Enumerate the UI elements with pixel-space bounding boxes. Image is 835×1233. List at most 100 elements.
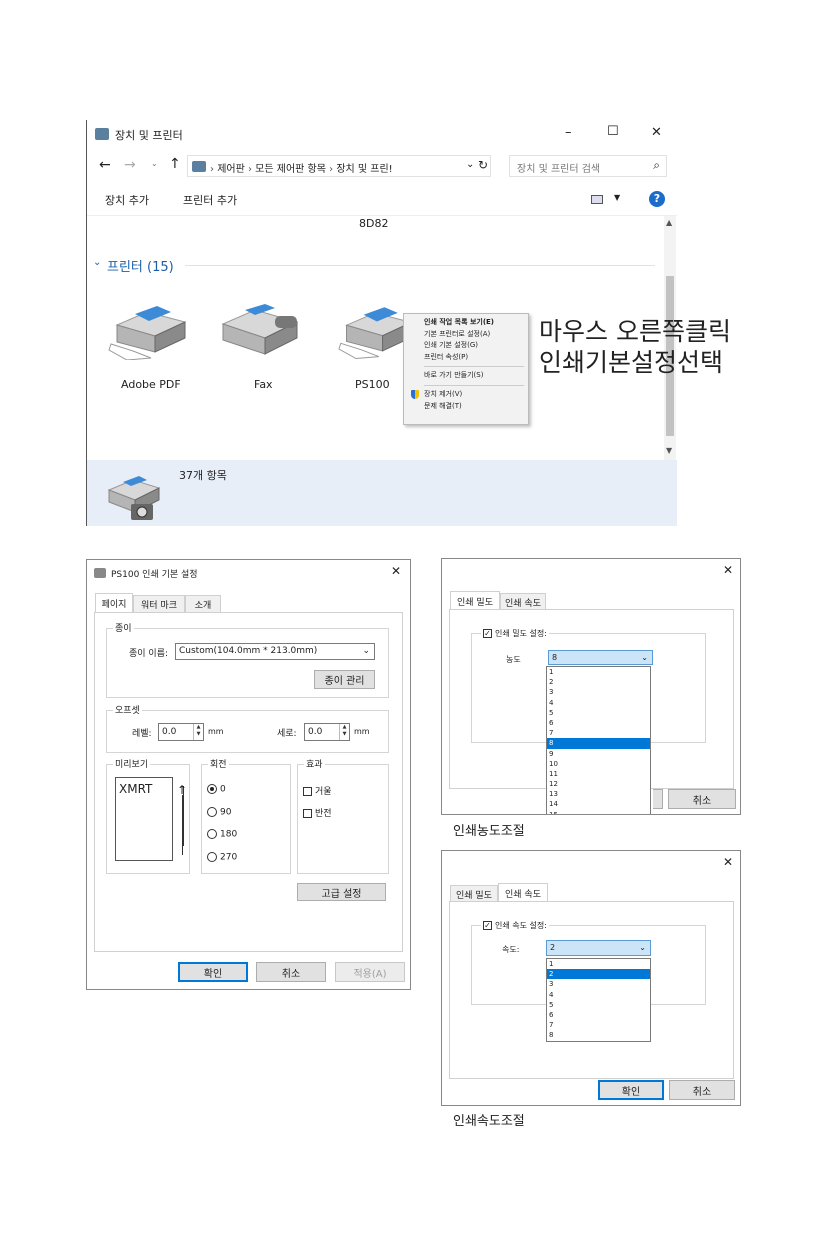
item-count: 37개 항목 [179, 469, 227, 482]
menu-item-remove-device[interactable]: 장치 제거(V) [404, 389, 528, 401]
menu-item-printer-properties[interactable]: 프린터 속성(P) [404, 352, 528, 364]
radio-rotate-90[interactable]: 90 [207, 807, 231, 818]
ok-button-partial[interactable] [653, 789, 663, 809]
close-button[interactable]: ✕ [723, 855, 733, 869]
tab-watermark[interactable]: 워터 마크 [133, 595, 185, 612]
breadcrumb-item[interactable]: 장치 및 프린! [336, 164, 392, 175]
dropdown-option[interactable]: 2 [547, 677, 650, 687]
tab-panel: 종이 종이 이름: Custom(104.0mm * 213.0mm) ⌄ 종이… [94, 612, 403, 952]
devices-icon [95, 128, 109, 140]
close-button[interactable]: ✕ [391, 564, 401, 578]
dropdown-option[interactable]: 15 [547, 810, 650, 814]
cancel-button[interactable]: 취소 [669, 1080, 735, 1100]
dropdown-option[interactable]: 7 [547, 728, 650, 738]
radio-rotate-180[interactable]: 180 [207, 829, 237, 840]
back-icon[interactable]: ← [99, 157, 111, 173]
chevron-down-icon[interactable]: ▼ [614, 193, 620, 202]
tab-density[interactable]: 인쇄 밀도 [450, 591, 500, 610]
dropdown-option[interactable]: 4 [547, 698, 650, 708]
apply-button[interactable]: 적용(A) [335, 962, 405, 982]
checkbox-label: 반전 [315, 809, 332, 819]
checkbox-mirror[interactable]: 거울 [303, 784, 332, 797]
forward-icon[interactable]: → [124, 157, 136, 173]
speed-dropdown-list[interactable]: 1 2 3 4 5 6 7 8 [546, 958, 651, 1042]
dropdown-option[interactable]: 1 [547, 959, 650, 969]
density-dropdown-list[interactable]: 1 2 3 4 5 6 7 8 9 10 11 12 13 14 15 [546, 666, 651, 814]
checkbox-invert[interactable]: 반전 [303, 806, 332, 819]
section-header[interactable]: 프린터 (15) [107, 256, 174, 275]
tab-density[interactable]: 인쇄 밀도 [450, 885, 498, 902]
density-select[interactable]: 8 ⌄ [548, 650, 653, 665]
search-input[interactable]: 장치 및 프린터 검색 ⌕ [509, 155, 667, 177]
advanced-button[interactable]: 고급 설정 [297, 883, 386, 901]
printer-item[interactable]: Adobe PDF [105, 300, 201, 400]
dropdown-option[interactable]: 9 [547, 749, 650, 759]
address-bar[interactable]: › 제어판 › 모든 제어판 항목 › 장치 및 프린! ⌄ ↻ [187, 155, 491, 177]
dropdown-option[interactable]: 12 [547, 779, 650, 789]
paper-name-select[interactable]: Custom(104.0mm * 213.0mm) ⌄ [175, 643, 375, 660]
dropdown-option[interactable]: 11 [547, 769, 650, 779]
printer-item[interactable]: Fax [219, 300, 309, 400]
cancel-button[interactable]: 취소 [668, 789, 736, 809]
menu-item-printing-preferences[interactable]: 인쇄 기본 설정(G) [404, 340, 528, 352]
spinner-arrows-icon[interactable]: ▲ ▼ [339, 724, 349, 740]
up-icon[interactable]: ↑ [169, 156, 181, 172]
menu-item-set-default[interactable]: 기본 프린터로 설정(A) [404, 329, 528, 341]
chevron-down-icon[interactable]: ▼ [666, 446, 672, 455]
ok-button[interactable]: 확인 [598, 1080, 664, 1100]
dropdown-option[interactable]: 1 [547, 667, 650, 677]
radio-rotate-0[interactable]: 0 [207, 784, 226, 795]
dropdown-option[interactable]: 14 [547, 799, 650, 809]
dropdown-option[interactable]: 13 [547, 789, 650, 799]
maximize-button[interactable]: ☐ [607, 124, 619, 139]
dropdown-option[interactable]: 6 [547, 1010, 650, 1020]
speed-checkbox[interactable]: ✓ 인쇄 속도 설정: [481, 920, 549, 931]
offset-v-input[interactable]: 0.0 ▲ ▼ [304, 723, 350, 741]
dropdown-option[interactable]: 10 [547, 759, 650, 769]
close-button[interactable]: ✕ [651, 125, 662, 140]
minimize-button[interactable]: – [565, 125, 572, 140]
radio-rotate-270[interactable]: 270 [207, 852, 237, 863]
ok-button[interactable]: 확인 [178, 962, 248, 982]
device-label: 8D82 [359, 217, 389, 230]
chevron-down-icon[interactable]: ⌄ [93, 257, 101, 268]
tab-page[interactable]: 페이지 [95, 593, 133, 612]
tab-about[interactable]: 소개 [185, 595, 221, 612]
speed-select[interactable]: 2 ⌄ [546, 940, 651, 956]
tab-speed[interactable]: 인쇄 속도 [498, 883, 548, 902]
close-button[interactable]: ✕ [723, 563, 733, 577]
view-options-icon[interactable] [591, 195, 603, 204]
annotation-line: 인쇄기본설정선택 [539, 348, 724, 377]
help-icon[interactable]: ? [649, 191, 665, 207]
dropdown-option[interactable]: 3 [547, 979, 650, 989]
tab-speed[interactable]: 인쇄 속도 [500, 593, 546, 610]
chevron-down-icon[interactable]: ⌄ [151, 159, 158, 168]
dropdown-option[interactable]: 5 [547, 1000, 650, 1010]
menu-item-create-shortcut[interactable]: 바로 가기 만들기(S) [404, 370, 528, 382]
add-device-button[interactable]: 장치 추가 [105, 192, 149, 208]
dropdown-option[interactable]: 3 [547, 687, 650, 697]
dropdown-option[interactable]: 6 [547, 718, 650, 728]
refresh-icon[interactable]: ↻ [478, 158, 488, 172]
menu-item-troubleshoot[interactable]: 문제 해결(T) [404, 401, 528, 413]
dropdown-option[interactable]: 4 [547, 990, 650, 1000]
dropdown-option[interactable]: 8 [547, 1030, 650, 1040]
menu-item-see-print-jobs[interactable]: 인쇄 작업 목록 보기(E) [404, 317, 528, 329]
checkbox-label: 인쇄 속도 설정: [495, 921, 547, 930]
printer-label: Fax [254, 378, 273, 391]
breadcrumb-item[interactable]: 제어판 [217, 164, 245, 175]
dropdown-option-selected[interactable]: 8 [547, 738, 650, 749]
dropdown-option[interactable]: 5 [547, 708, 650, 718]
density-checkbox[interactable]: ✓ 인쇄 밀도 설정: [481, 628, 549, 639]
cancel-button[interactable]: 취소 [256, 962, 326, 982]
chevron-down-icon[interactable]: ⌄ [466, 159, 474, 170]
search-icon[interactable]: ⌕ [653, 158, 660, 173]
spinner-arrows-icon[interactable]: ▲ ▼ [193, 724, 203, 740]
dropdown-option[interactable]: 7 [547, 1020, 650, 1030]
dropdown-option-selected[interactable]: 2 [547, 969, 650, 980]
paper-manage-button[interactable]: 종이 관리 [314, 670, 375, 689]
add-printer-button[interactable]: 프린터 추가 [183, 192, 237, 208]
offset-h-input[interactable]: 0.0 ▲ ▼ [158, 723, 204, 741]
breadcrumb-item[interactable]: 모든 제어판 항목 [255, 164, 326, 175]
chevron-up-icon[interactable]: ▲ [666, 218, 672, 227]
